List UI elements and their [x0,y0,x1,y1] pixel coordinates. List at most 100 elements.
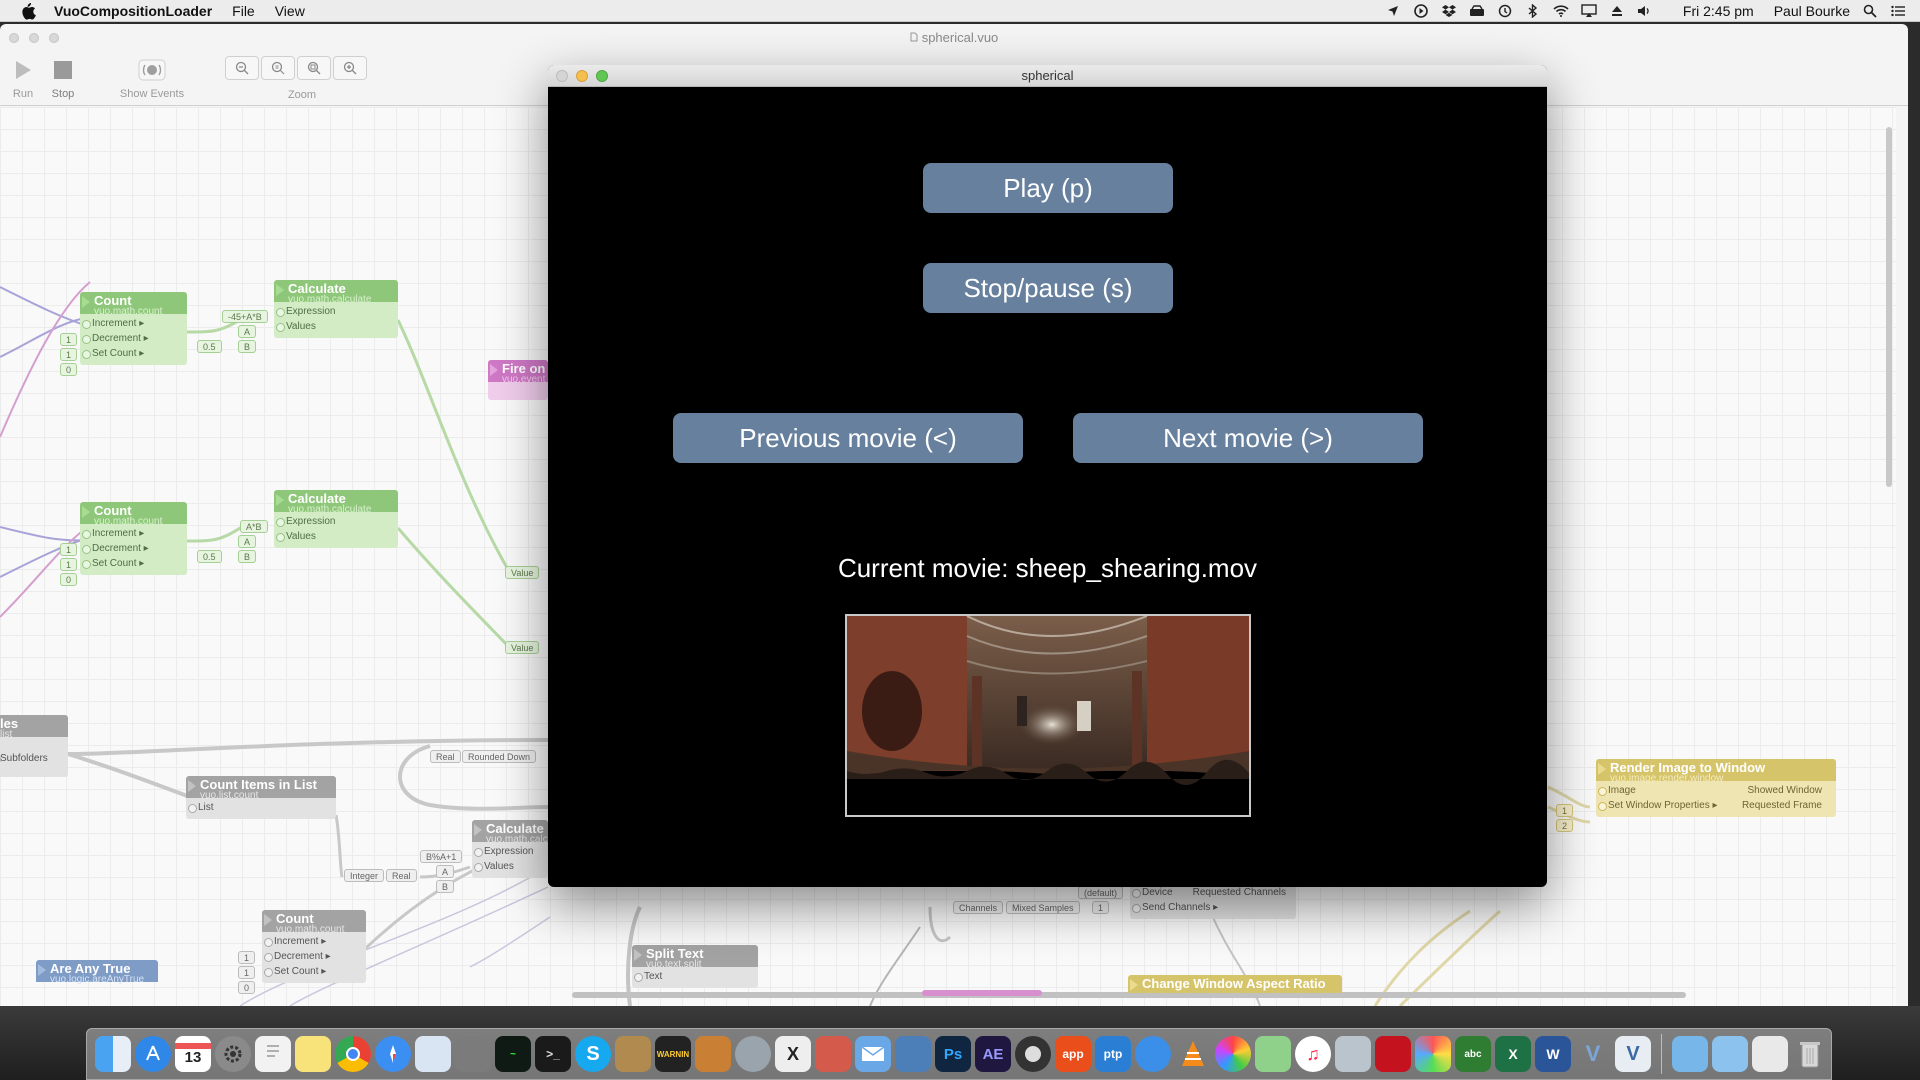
zoom-out-button[interactable] [225,56,259,80]
expression-port[interactable]: Expression [274,514,398,529]
mail-icon[interactable] [855,1036,891,1072]
calculate-node-1[interactable]: Calculate vuo.math.calculate Expression V… [274,280,398,338]
console-icon[interactable]: WARNIN [655,1036,691,1072]
stop-button[interactable]: Stop [48,56,78,100]
menubar-clock[interactable]: Fri 2:45 pm [1683,3,1754,19]
finder-icon[interactable] [95,1036,131,1072]
file-menu[interactable]: File [232,3,255,19]
decrement-port[interactable]: Decrement ▸ [262,949,366,964]
photoshop-icon[interactable]: Ps [935,1036,971,1072]
render-image-to-window-node[interactable]: Render Image to Window vuo.image.render.w… [1596,759,1836,817]
zoom-to-fit-button[interactable] [297,56,331,80]
values-port[interactable]: Values [274,319,398,334]
play-button[interactable]: Play (p) [923,163,1173,213]
count-node-3[interactable]: Count vuo.math.count Increment ▸ Decremen… [262,910,366,983]
send-channels-port[interactable]: Send Channels ▸ [1130,900,1296,915]
browser-icon[interactable] [1135,1036,1171,1072]
play-circle-icon[interactable] [1413,3,1429,19]
wifi-icon[interactable] [1553,3,1569,19]
show-events-button[interactable]: Show Events [112,56,192,100]
preview-icon[interactable] [415,1036,451,1072]
text-port[interactable]: Text [632,969,758,984]
const-decrement[interactable]: 1 [60,558,78,571]
downloads-folder-icon[interactable] [1672,1036,1708,1072]
menubar-user[interactable]: Paul Bourke [1774,3,1850,19]
expression-port[interactable]: Expression [274,304,398,319]
volume-icon[interactable] [1637,3,1653,19]
const-decrement[interactable]: 1 [60,348,78,361]
ptp-icon[interactable]: ptp [1095,1036,1131,1072]
fire-on-node[interactable]: Fire on vuo.event [488,360,548,400]
skype-icon[interactable]: S [575,1036,611,1072]
const-increment[interactable]: 1 [238,951,256,964]
const-expression[interactable]: B%A+1 [420,850,463,863]
zoom-actual-button[interactable] [261,56,295,80]
apple-menu-icon[interactable] [18,1,38,21]
vuo-icon[interactable]: V [1575,1036,1611,1072]
increment-port[interactable]: Increment ▸ [80,526,187,541]
pixelmator-icon[interactable] [1415,1036,1451,1072]
increment-port[interactable]: Increment ▸ [262,934,366,949]
app-icon[interactable]: app [1055,1036,1091,1072]
notes-icon[interactable] [295,1036,331,1072]
stop-pause-button[interactable]: Stop/pause (s) [923,263,1173,313]
list-files-node[interactable]: les list Subfolders [0,715,68,777]
editor-minimize-button[interactable] [29,33,39,43]
movie-close-button[interactable] [556,70,568,82]
network-radar-icon[interactable] [735,1036,771,1072]
zoom-in-button[interactable] [333,56,367,80]
values-port[interactable]: Values [472,859,548,874]
const-default-device[interactable]: (default) [1078,886,1124,899]
split-text-node[interactable]: Split Text vuo.text.split Text [632,945,758,988]
const-expression[interactable]: -45+A*B [222,310,268,323]
excel-icon[interactable]: X [1495,1036,1531,1072]
drive-icon[interactable] [1469,3,1485,19]
preview2-icon[interactable] [895,1036,931,1072]
airplay-icon[interactable] [1581,3,1597,19]
set-count-port[interactable]: Set Count ▸ [80,346,187,361]
system-preferences-icon[interactable] [215,1036,251,1072]
location-icon[interactable] [1385,3,1401,19]
subfolders-port[interactable]: Subfolders [0,751,68,766]
notification-center-icon[interactable] [1890,3,1906,19]
bluetooth-icon[interactable] [1525,3,1541,19]
app-name-menu[interactable]: VuoCompositionLoader [54,3,212,19]
sequel-icon[interactable] [695,1036,731,1072]
set-window-properties-port[interactable]: Set Window Properties ▸ Requested Frame [1596,798,1836,813]
view-menu[interactable]: View [275,3,305,19]
eject-icon[interactable] [1609,3,1625,19]
decrement-port[interactable]: Decrement ▸ [80,541,187,556]
spotlight-search-icon[interactable] [1862,3,1878,19]
audio-output-node[interactable]: Device Requested Channels Send Channels … [1130,883,1296,919]
acrobat-icon[interactable] [1375,1036,1411,1072]
trash-icon[interactable] [1792,1036,1828,1072]
terminal-icon[interactable]: >_ [535,1036,571,1072]
activity-monitor-icon[interactable]: ~ [495,1036,531,1072]
calendar-icon[interactable]: 13 [175,1036,211,1072]
set-count-port[interactable]: Set Count ▸ [262,964,366,979]
word-icon[interactable]: W [1535,1036,1571,1072]
time-machine-icon[interactable] [1497,3,1513,19]
maps-icon[interactable] [1255,1036,1291,1072]
chrome-icon[interactable] [335,1036,371,1072]
count-node-2[interactable]: Count vuo.math.count Increment ▸ Decremen… [80,502,187,575]
are-any-true-node[interactable]: Are Any True vuo.logic.areAnyTrue [36,960,158,985]
spell-icon[interactable]: abc [1455,1036,1491,1072]
google-stack-icon[interactable] [1752,1036,1788,1072]
vuo-loader-icon[interactable]: V [1615,1036,1651,1072]
textedit-icon[interactable] [255,1036,291,1072]
photo-booth-icon[interactable] [815,1036,851,1072]
calculate-node-3[interactable]: Calculate vuo.math.calc Expression Values [472,820,548,878]
const-2[interactable]: 2 [1556,819,1574,832]
const-setcount[interactable]: 0 [238,981,256,994]
after-effects-icon[interactable]: AE [975,1036,1011,1072]
const-b-value[interactable]: 0.5 [197,550,222,563]
vlc-icon[interactable] [1175,1036,1211,1072]
const-increment[interactable]: 1 [60,333,78,346]
previous-movie-button[interactable]: Previous movie (<) [673,413,1023,463]
dropbox-icon[interactable] [1441,3,1457,19]
count-node-1[interactable]: Count vuo.math.count Increment ▸ Decremen… [80,292,187,365]
const-setcount[interactable]: 0 [60,363,78,376]
const-1[interactable]: 1 [1556,804,1574,817]
photos-icon[interactable] [1215,1036,1251,1072]
